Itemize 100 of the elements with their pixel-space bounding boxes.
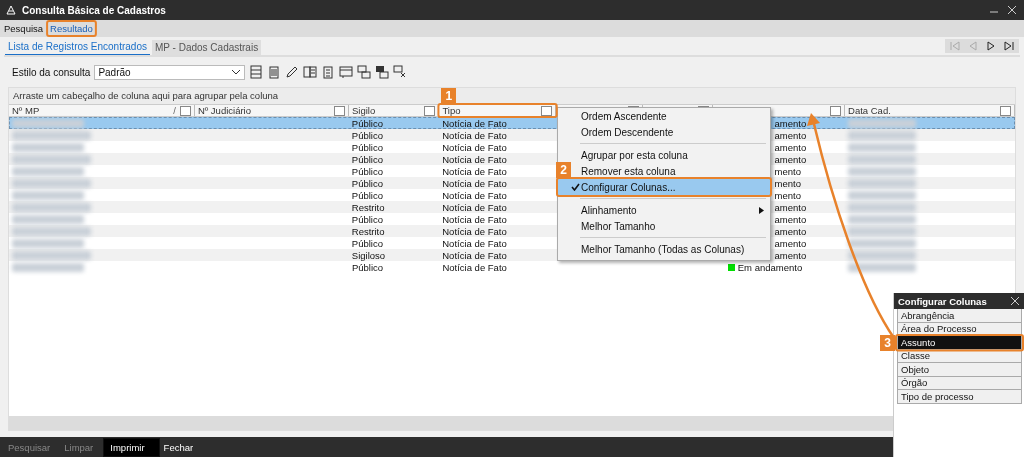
table-cell: Público [351,177,383,189]
table-icon[interactable] [357,65,372,79]
redacted-text [12,118,84,128]
table-cell: mento [774,165,801,177]
header-label: Tipo [442,105,461,116]
step-badge: 1 [441,88,457,104]
window-icon[interactable] [339,65,354,79]
table-cell: amento [774,117,807,129]
clipboard-icon[interactable] [321,65,336,79]
table-cell: Notícia de Fato [442,117,507,129]
list-item[interactable]: Objeto [897,363,1022,377]
table-cell: Público [351,129,383,141]
table-cell: Público [351,261,384,273]
table-cell: Público [351,237,383,249]
next-icon[interactable] [985,41,997,51]
step-badge: 2 [556,162,571,178]
menu-item[interactable]: Agrupar por esta coluna [571,148,764,162]
column-header[interactable]: Data Cad. [845,105,1015,116]
redacted-text [848,262,917,272]
table-cell: Público [351,189,383,201]
table-cell: Notícia de Fato [442,225,507,237]
redacted-text [848,154,917,164]
table-cell: amento [774,237,807,249]
table-cell: Restrito [351,225,385,237]
menu-item[interactable]: Resultado [48,22,95,35]
column-header[interactable]: Nº Judiciário [194,105,349,116]
caret-icon [231,69,242,75]
table-cell: amento [774,249,807,261]
submenu-arrow-icon [759,206,764,214]
table-cell: Notícia de Fato [442,153,507,165]
redacted-text [12,166,84,176]
close-icon[interactable] [1006,4,1018,16]
header-label: Data Cad. [848,105,891,116]
table-cell: Público [351,141,383,153]
step-badge: 3 [880,335,895,351]
redacted-text [848,118,917,128]
column-header[interactable]: Nº MP / [9,105,195,116]
table-cell: Público [351,117,383,129]
menu-item[interactable]: Remover esta coluna [571,164,764,178]
table-cell: amento [774,213,807,225]
table-cell: amento [774,153,807,165]
sort-mark: / [173,105,176,116]
table-cell: Notícia de Fato [442,213,507,225]
list-item[interactable]: Assunto [897,336,1022,350]
filter-dropdown[interactable] [179,105,191,116]
header-label: Nº MP [12,105,40,116]
table-cell: Público [351,165,383,177]
table-cell: Restrito [351,201,385,213]
tab[interactable]: MP - Dados Cadastrais [151,40,262,55]
table-cell: Notícia de Fato [442,237,507,249]
table-cell: amento [774,225,807,237]
column-header[interactable]: Tipo [439,105,556,116]
menu-item[interactable]: Melhor Tamanho (Todas as Colunas) [571,242,764,256]
tab[interactable]: Lista de Registros Encontrados [5,39,150,55]
filter-dropdown[interactable] [1000,105,1011,116]
toolbar-button[interactable]: Imprimir [103,437,160,457]
table-cell: Notícia de Fato [442,201,507,213]
column-header[interactable]: Sigilo [348,105,440,116]
filter-dropdown[interactable] [540,105,552,116]
table-cell: Notícia de Fato [442,189,507,201]
table-cell: mento [774,189,801,201]
app-icon [6,5,16,15]
check-icon [571,183,580,191]
table-cell: amento [774,141,807,153]
menu-item[interactable]: Pesquisa [2,22,46,35]
table-cell: amento [774,201,807,213]
document-icon[interactable] [303,65,318,79]
table-icon[interactable] [375,65,390,79]
header-label: Nº Judiciário [197,105,251,116]
table-cell: Notícia de Fato [442,165,507,177]
menu-item[interactable]: Ordem Ascendente [571,109,764,123]
window-title: Consulta Básica de Cadastros [22,4,167,16]
style-dropdown[interactable]: Padrão [94,64,246,80]
menu-item[interactable]: Alinhamento [571,203,764,217]
menu-item[interactable]: Ordem Descendente [571,125,764,139]
redacted-text [848,226,917,236]
table-cell: Sigiloso [351,249,386,261]
table-icon[interactable] [393,65,408,79]
table-cell: mento [774,177,801,189]
redacted-text [848,166,917,176]
highlight-box [46,20,97,37]
toolbar-button[interactable]: Fechar [159,438,198,456]
table-cell: Público [351,213,383,225]
redacted-text [12,214,84,224]
menu-item[interactable]: Melhor Tamanho [571,219,764,233]
table-cell: amento [774,129,807,141]
close-icon[interactable] [1010,296,1020,306]
table-cell: Notícia de Fato [442,129,507,141]
redacted-text [12,142,84,152]
list-item[interactable]: Abrangência [897,309,1022,323]
redacted-text [848,130,917,140]
filter-dropdown[interactable] [333,105,345,116]
pencil-icon[interactable] [285,65,300,79]
last-icon[interactable] [1003,41,1015,51]
filter-dropdown[interactable] [830,105,842,116]
table-cell: Notícia de Fato [442,249,507,261]
filter-dropdown[interactable] [424,105,436,116]
field-label: Estilo da consulta [12,66,91,78]
list-item[interactable]: Tipo de processo [897,390,1022,404]
panel-title: Configurar Colunas [898,295,987,307]
